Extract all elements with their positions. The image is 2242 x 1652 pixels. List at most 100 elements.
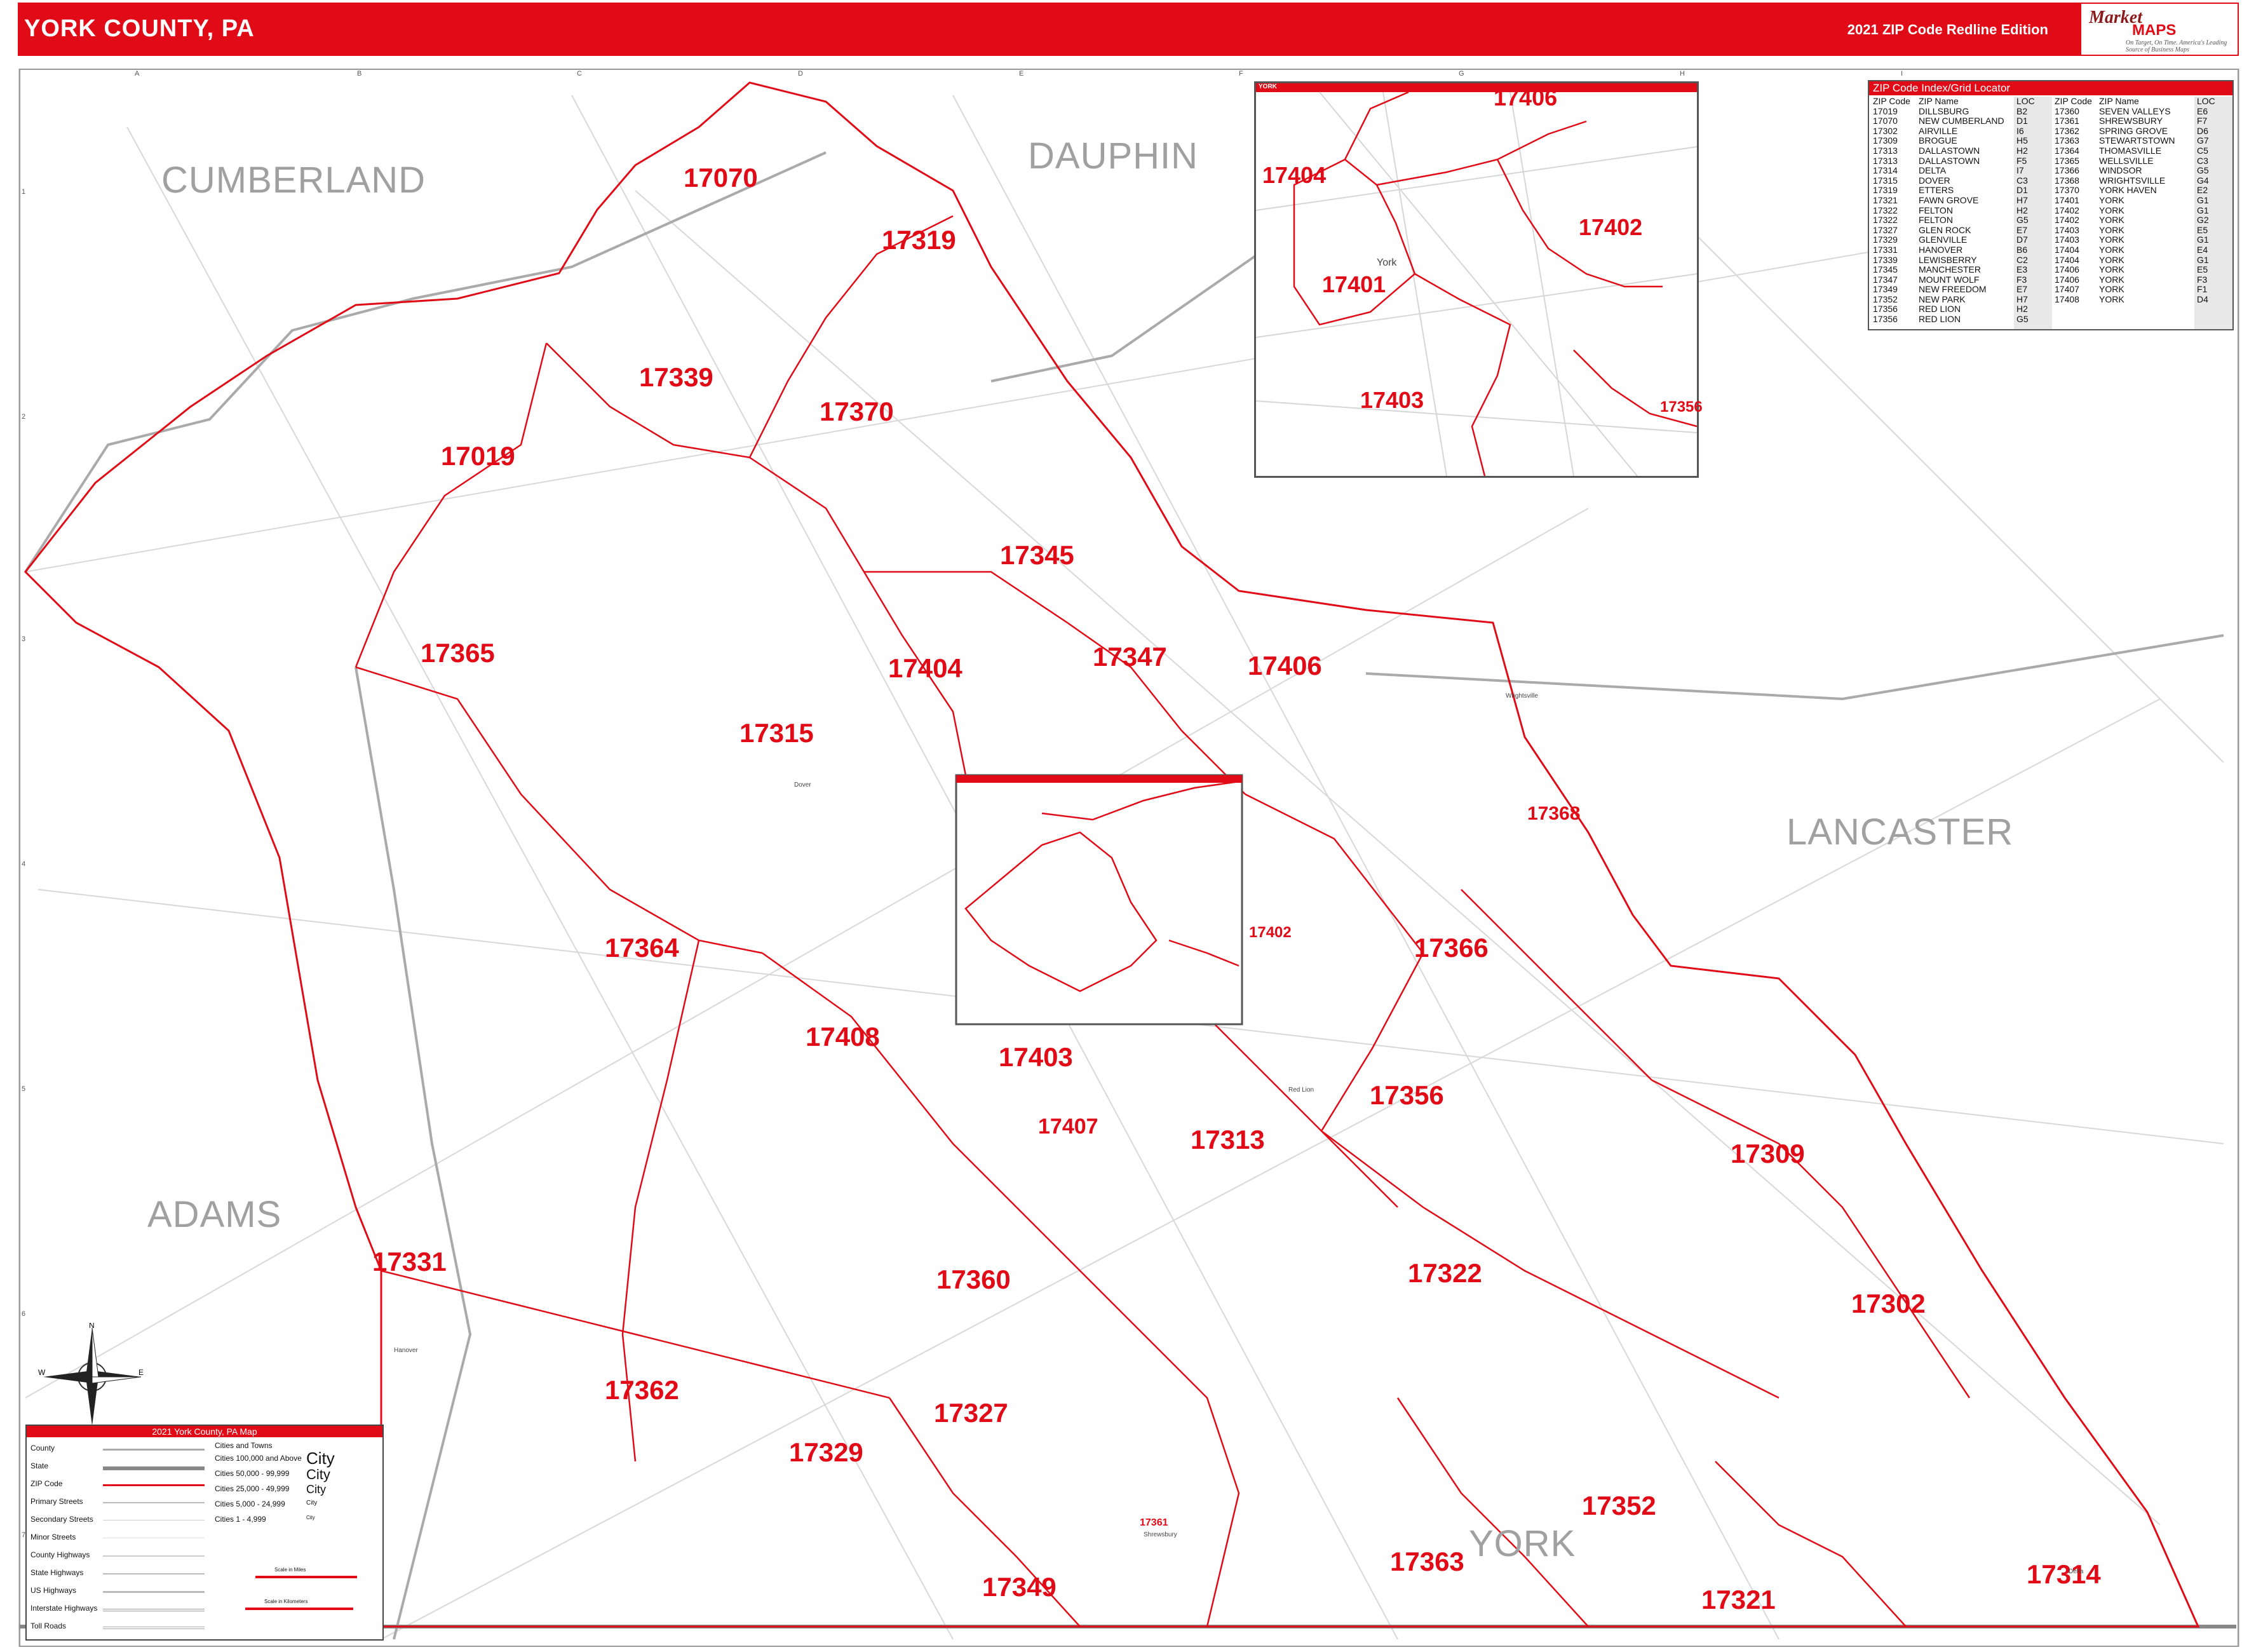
zip-label-17347[interactable]: 17347 <box>1093 642 1167 672</box>
index-zip-cell: 17403 <box>2055 234 2079 245</box>
zip-label-17403[interactable]: 17403 <box>999 1042 1073 1073</box>
compass-e: E <box>138 1368 144 1377</box>
inset-zip-17401[interactable]: 17401 <box>1322 271 1386 298</box>
town-hanover: Hanover <box>394 1347 418 1354</box>
index-loc-cell: C3 <box>2016 175 2028 186</box>
index-loc-cell: H7 <box>2016 294 2028 304</box>
zip-label-17345[interactable]: 17345 <box>1000 540 1074 571</box>
zip-label-17314[interactable]: 17314 <box>2027 1559 2101 1590</box>
inset-zip-17406[interactable]: 17406 <box>1494 85 1557 111</box>
legend-scale-km: Scale in Kilometers <box>264 1599 308 1604</box>
index-name-cell: DALLASTOWN <box>1919 155 1980 166</box>
zip-label-17309[interactable]: 17309 <box>1731 1139 1805 1169</box>
town-dover: Dover <box>794 782 811 789</box>
inset-zip-17403[interactable]: 17403 <box>1360 387 1424 414</box>
index-zip-cell: 17356 <box>1873 314 1898 325</box>
zip-label-17352[interactable]: 17352 <box>1582 1491 1656 1521</box>
york-city-inset[interactable]: YORK 17406 17404 17402 17401 17403 17356… <box>1254 81 1703 478</box>
zip-label-17365[interactable]: 17365 <box>421 638 495 668</box>
index-name-cell: YORK <box>2099 264 2124 275</box>
index-loc-cell: E5 <box>2197 264 2208 275</box>
legend-city-sample-3: City <box>306 1483 326 1496</box>
zip-label-17302[interactable]: 17302 <box>1851 1289 1926 1319</box>
county-label-lancaster: LANCASTER <box>1786 811 2014 853</box>
grid-col-f: F <box>1239 70 1243 78</box>
zip-label-17404[interactable]: 17404 <box>888 653 962 684</box>
inset-zip-17356[interactable]: 17356 <box>1660 398 1703 416</box>
zip-label-17406[interactable]: 17406 <box>1248 651 1322 681</box>
legend-us-hwy: US Highways <box>30 1586 77 1595</box>
index-name-cell: WELLSVILLE <box>2099 155 2154 166</box>
zip-label-17366[interactable]: 17366 <box>1414 933 1489 963</box>
zip-label-17408[interactable]: 17408 <box>806 1022 880 1052</box>
zip-label-17356[interactable]: 17356 <box>1370 1080 1444 1111</box>
index-name-cell: FELTON <box>1919 215 1953 226</box>
index-loc-cell: G5 <box>2016 215 2029 226</box>
zip-label-17368[interactable]: 17368 <box>1527 803 1580 825</box>
zip-label-17319[interactable]: 17319 <box>882 225 956 255</box>
index-loc-cell: D4 <box>2197 294 2208 304</box>
zip-label-17019[interactable]: 17019 <box>441 441 515 471</box>
zip-label-17327[interactable]: 17327 <box>934 1398 1008 1428</box>
index-zip-cell: 17403 <box>2055 224 2079 235</box>
index-name-cell: LEWISBERRY <box>1919 254 1977 265</box>
index-zip-cell: 17404 <box>2055 254 2079 265</box>
grid-col-d: D <box>798 70 803 78</box>
index-zip-cell: 17404 <box>2055 244 2079 255</box>
legend-city-sample-1: City <box>306 1449 335 1468</box>
grid-row-6: 6 <box>22 1310 26 1318</box>
index-loc-cell: E7 <box>2016 224 2028 235</box>
index-loc-cell: C5 <box>2197 145 2208 156</box>
zip-label-17360[interactable]: 17360 <box>936 1264 1011 1295</box>
county-label-cumberland: CUMBERLAND <box>161 159 426 201</box>
zip-label-17329[interactable]: 17329 <box>789 1437 863 1468</box>
index-loc-cell: G1 <box>2197 254 2209 265</box>
grid-row-4: 4 <box>22 860 26 868</box>
index-zip-cell: 17329 <box>1873 234 1898 245</box>
legend-scale-miles-bar <box>255 1576 357 1578</box>
zip-label-17322[interactable]: 17322 <box>1408 1258 1482 1289</box>
index-name-cell: AIRVILLE <box>1919 125 1958 136</box>
zip-label-17349[interactable]: 17349 <box>982 1572 1057 1602</box>
zip-label-17407[interactable]: 17407 <box>1038 1114 1098 1139</box>
zip-label-17331[interactable]: 17331 <box>372 1247 447 1277</box>
index-zip-cell: 17406 <box>2055 264 2079 275</box>
inset-zip-17402[interactable]: 17402 <box>1579 214 1642 241</box>
legend-city-sample-4: City <box>306 1500 318 1506</box>
zip-label-17315[interactable]: 17315 <box>739 718 814 748</box>
index-loc-cell: F3 <box>2016 274 2027 285</box>
index-name-cell: MOUNT WOLF <box>1919 274 1980 285</box>
index-loc-cell: D1 <box>2016 116 2028 126</box>
zip-label-17364[interactable]: 17364 <box>605 933 679 963</box>
zip-label-17313[interactable]: 17313 <box>1191 1125 1265 1155</box>
index-zip-cell: 17070 <box>1873 116 1898 126</box>
zip-label-17402[interactable]: 17402 <box>1249 924 1292 942</box>
index-name-cell: FELTON <box>1919 205 1953 215</box>
index-name-cell: DELTA <box>1919 165 1947 176</box>
legend-zip-swatch <box>103 1484 205 1486</box>
inset-zip-17404[interactable]: 17404 <box>1262 162 1326 189</box>
zip-label-17361[interactable]: 17361 <box>1140 1517 1168 1529</box>
legend-toll: Toll Roads <box>30 1622 67 1630</box>
index-zip-cell: 17322 <box>1873 205 1898 215</box>
index-zip-cell: 17401 <box>2055 194 2079 205</box>
index-name-cell: DILLSBURG <box>1919 105 1969 116</box>
index-name-cell: YORK <box>2099 274 2124 285</box>
index-loc-cell: D7 <box>2016 234 2028 245</box>
zip-label-17321[interactable]: 17321 <box>1701 1585 1776 1615</box>
index-name-cell: WINDSOR <box>2099 165 2142 176</box>
index-name-cell: BROGUE <box>1919 135 1957 146</box>
index-left-zips: 17019 17070 17302 17309 17313 17313 17314 17315… <box>1873 106 1910 325</box>
index-loc-cell: I6 <box>2016 125 2024 136</box>
index-zip-cell: 17356 <box>1873 304 1898 315</box>
index-loc-cell: E7 <box>2016 284 2028 295</box>
index-name-cell: YORK <box>2099 254 2124 265</box>
index-loc-cell: E6 <box>2197 105 2208 116</box>
zip-label-17362[interactable]: 17362 <box>605 1375 679 1405</box>
index-name-cell: GLENVILLE <box>1919 234 1968 245</box>
zip-label-17363[interactable]: 17363 <box>1390 1547 1464 1577</box>
zip-label-17070[interactable]: 17070 <box>684 163 758 193</box>
zip-label-17370[interactable]: 17370 <box>820 396 894 427</box>
legend-county: County <box>30 1444 55 1452</box>
zip-label-17339[interactable]: 17339 <box>639 362 713 393</box>
